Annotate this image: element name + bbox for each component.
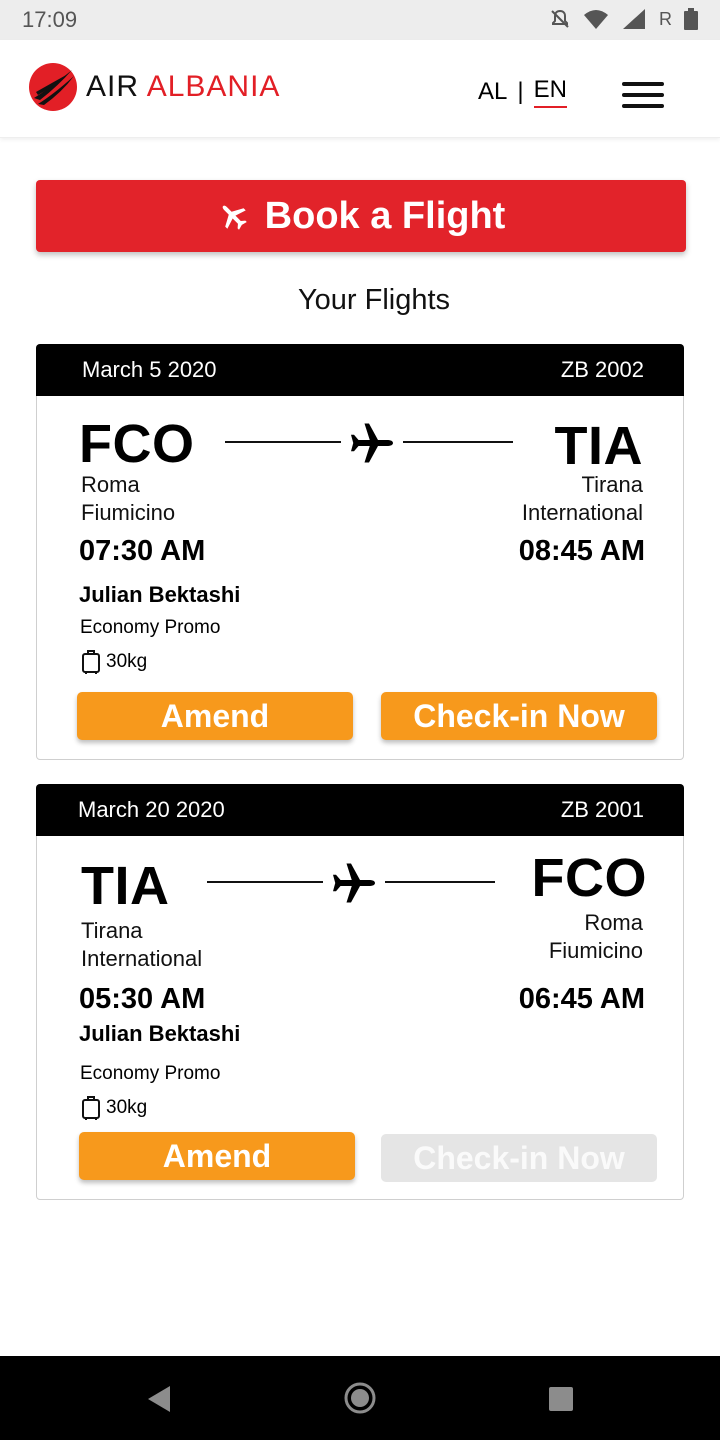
lang-al[interactable]: AL bbox=[478, 78, 507, 106]
check-in-button-disabled: Check-in Now bbox=[381, 1134, 657, 1182]
logo-mark-icon bbox=[29, 63, 77, 111]
origin-airport: Fiumicino bbox=[81, 500, 176, 525]
signal-icon bbox=[623, 9, 645, 29]
system-nav-bar bbox=[0, 1356, 720, 1440]
route-line bbox=[385, 881, 495, 883]
amend-button[interactable]: Amend bbox=[79, 1132, 355, 1180]
route-line bbox=[207, 881, 323, 883]
bell-off-icon bbox=[551, 9, 569, 28]
lang-en[interactable]: EN bbox=[533, 76, 567, 108]
destination-code: FCO bbox=[531, 848, 647, 908]
airplane-icon bbox=[351, 423, 393, 463]
departure-time: 05:30 AM bbox=[79, 983, 206, 1015]
passenger-name: Julian Bektashi bbox=[79, 1021, 241, 1046]
fare-class: Economy Promo bbox=[80, 617, 221, 638]
airplane-icon bbox=[333, 863, 375, 903]
flight-card-header: March 20 2020 ZB 2001 bbox=[36, 784, 684, 836]
flight-number: ZB 2001 bbox=[560, 797, 644, 822]
status-time: 17:09 bbox=[22, 7, 78, 32]
destination-city: Tirana bbox=[581, 472, 643, 497]
origin-code: FCO bbox=[79, 414, 195, 474]
origin-airport-name: Tirana International bbox=[81, 917, 202, 973]
luggage-icon bbox=[82, 650, 100, 674]
flight-card: March 5 2020 ZB 2002 FCO TIA Roma Fiumic… bbox=[36, 344, 684, 760]
arrival-time: 08:45 AM bbox=[518, 535, 645, 567]
destination-code: TIA bbox=[554, 416, 643, 476]
destination-airport: International bbox=[521, 500, 643, 525]
baggage-allowance: 30kg bbox=[80, 649, 147, 675]
air-albania-logo[interactable]: AIR ALBANIA bbox=[28, 62, 280, 112]
logo-text-air: AIR bbox=[86, 70, 140, 103]
baggage-allowance: 30kg bbox=[80, 1095, 147, 1121]
status-bar: 17:09 R bbox=[0, 0, 720, 40]
status-icons: R bbox=[549, 8, 698, 30]
baggage-weight: 30kg bbox=[106, 1097, 148, 1118]
book-flight-label: Book a Flight bbox=[264, 194, 506, 237]
home-icon[interactable] bbox=[344, 1382, 376, 1414]
page-title: Your Flights bbox=[297, 284, 451, 316]
route-line bbox=[403, 441, 513, 443]
flight-date: March 20 2020 bbox=[78, 797, 225, 822]
amend-button[interactable]: Amend bbox=[77, 692, 353, 740]
departure-time: 07:30 AM bbox=[79, 535, 206, 567]
check-in-button[interactable]: Check-in Now bbox=[381, 692, 657, 740]
back-icon[interactable] bbox=[146, 1384, 172, 1414]
flight-card-header: March 5 2020 ZB 2002 bbox=[36, 344, 684, 396]
battery-icon bbox=[684, 8, 698, 30]
wifi-icon bbox=[584, 10, 608, 29]
origin-code: TIA bbox=[81, 856, 170, 916]
arrival-time: 06:45 AM bbox=[518, 983, 645, 1015]
airplane-icon bbox=[222, 205, 247, 230]
logo-text-albania: ALBANIA bbox=[146, 70, 281, 103]
destination-airport-name: Roma Fiumicino bbox=[549, 909, 643, 965]
book-flight-button[interactable]: Book a Flight bbox=[36, 180, 686, 252]
origin-city: Tirana bbox=[81, 918, 143, 943]
lang-separator: | bbox=[517, 78, 524, 105]
app-header: AIR ALBANIA AL | EN bbox=[0, 40, 720, 138]
hamburger-menu-icon[interactable] bbox=[622, 82, 664, 108]
passenger-name: Julian Bektashi bbox=[79, 582, 241, 607]
destination-airport-name: Tirana International bbox=[522, 471, 643, 527]
origin-city: Roma bbox=[81, 472, 140, 497]
destination-city: Roma bbox=[584, 910, 643, 935]
recent-apps-icon[interactable] bbox=[548, 1386, 574, 1412]
luggage-icon bbox=[82, 1096, 100, 1120]
flight-card: March 20 2020 ZB 2001 TIA FCO Tirana Int… bbox=[36, 784, 684, 1200]
origin-airport-name: Roma Fiumicino bbox=[81, 471, 175, 527]
flight-number: ZB 2002 bbox=[560, 357, 644, 382]
roaming-indicator: R bbox=[659, 8, 672, 29]
language-switcher: AL | EN bbox=[478, 76, 567, 108]
fare-class: Economy Promo bbox=[80, 1063, 221, 1084]
baggage-weight: 30kg bbox=[106, 651, 148, 672]
destination-airport: Fiumicino bbox=[548, 938, 643, 963]
route-line bbox=[225, 441, 341, 443]
origin-airport: International bbox=[81, 946, 203, 971]
flight-date: March 5 2020 bbox=[82, 357, 217, 382]
